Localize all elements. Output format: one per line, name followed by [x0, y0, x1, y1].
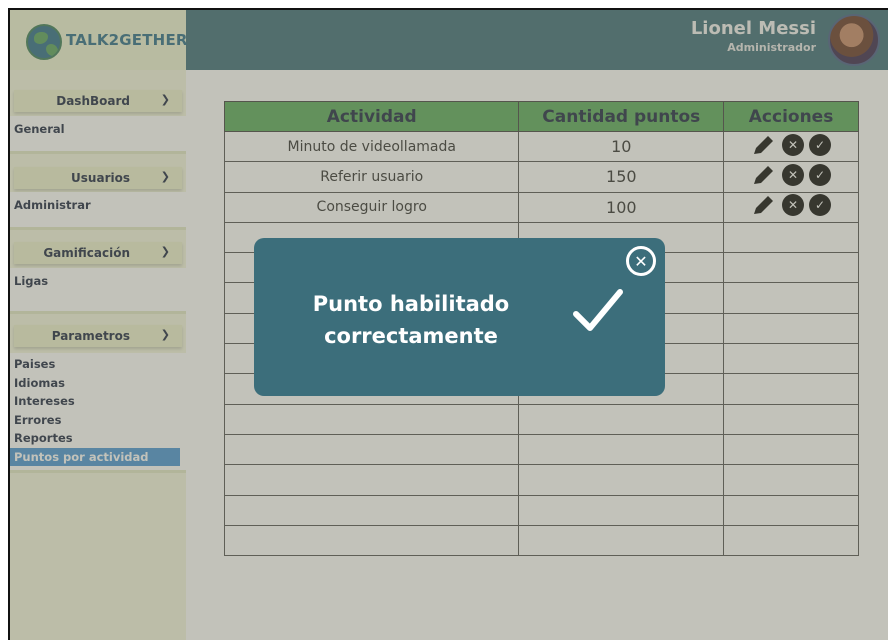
close-icon[interactable]: ✕: [626, 246, 656, 276]
modal-message-line2: correctamente: [324, 324, 498, 348]
checkmark-icon: [573, 289, 623, 331]
modal-message-line1: Punto habilitado: [312, 292, 510, 316]
success-modal: ✕ Punto habilitado correctamente: [254, 238, 665, 396]
modal-message: Punto habilitado correctamente: [286, 288, 536, 352]
app-frame: TALK2GETHER Lionel Messi Administrador D…: [8, 8, 888, 640]
